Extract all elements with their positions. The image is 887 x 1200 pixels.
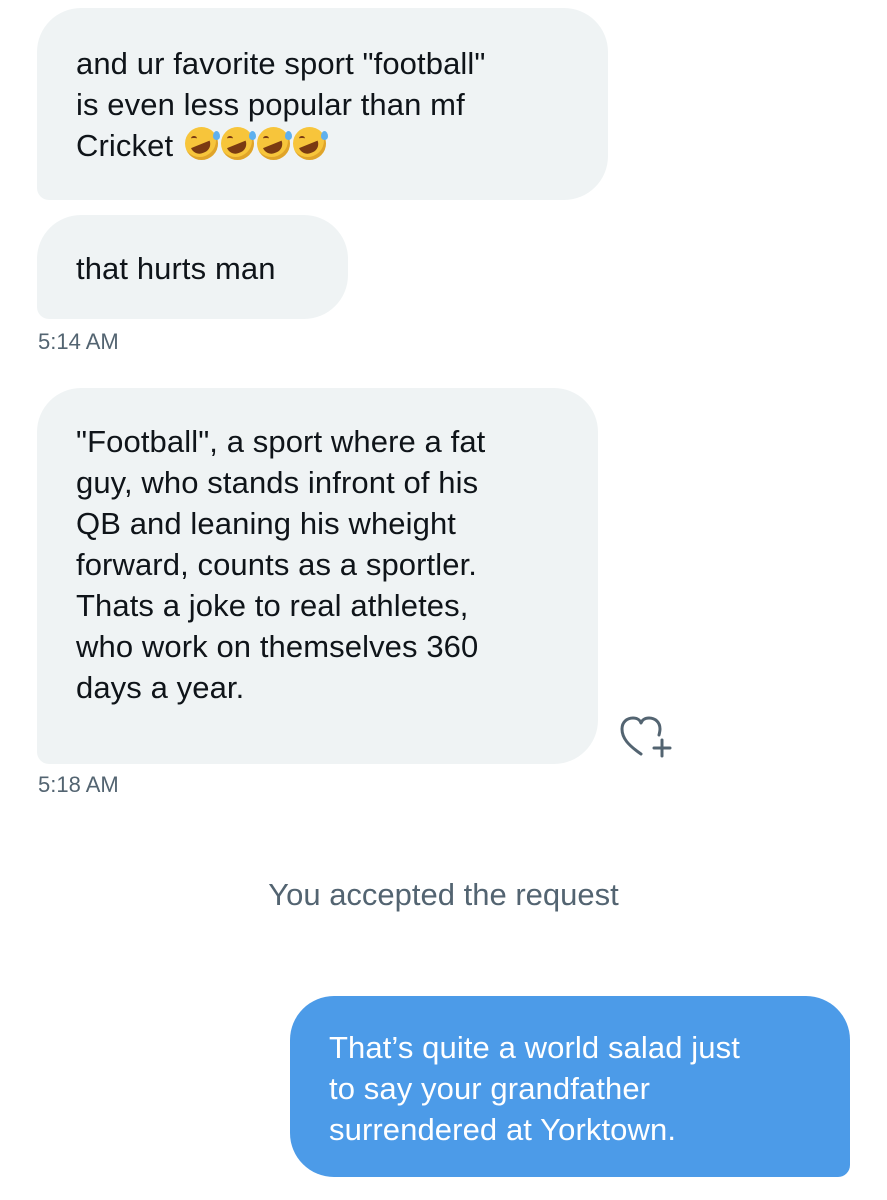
message-text: Cricket	[76, 128, 174, 163]
message-bubble-outgoing[interactable]: That’s quite a world salad just to say y…	[290, 996, 850, 1177]
laughing-emoji-icon	[292, 127, 328, 160]
system-notice: You accepted the request	[268, 877, 619, 912]
message-text-line: days a year.	[76, 670, 245, 705]
message-text-line: guy, who stands infront of his	[76, 465, 479, 500]
message-text-line: That’s quite a world salad just	[329, 1030, 740, 1065]
message-bubble-incoming[interactable]: and ur favorite sport "football" is even…	[37, 8, 608, 200]
message-text-line: and ur favorite sport "football"	[76, 46, 486, 81]
heart-plus-icon[interactable]	[618, 714, 678, 760]
message-timestamp: 5:14 AM	[38, 329, 119, 354]
message-text-line: "Football", a sport where a fat	[76, 424, 486, 459]
message-text-line: is even less popular than mf	[76, 87, 465, 122]
message-text-line: that hurts man	[76, 251, 276, 286]
message-text-line: Cricket	[76, 125, 608, 166]
laughing-emoji-icon	[256, 127, 292, 160]
message-bubble-incoming[interactable]: "Football", a sport where a fat guy, who…	[37, 388, 598, 764]
message-bubble-incoming[interactable]: that hurts man	[37, 215, 348, 319]
laughing-emoji-icon	[184, 127, 220, 160]
message-text-line: Thats a joke to real athletes,	[76, 588, 469, 623]
message-text-line: to say your grandfather	[329, 1071, 651, 1106]
message-timestamp: 5:18 AM	[38, 772, 119, 797]
message-text-line: QB and leaning his wheight	[76, 506, 457, 541]
message-text-line: surrendered at Yorktown.	[329, 1112, 677, 1147]
laughing-emoji-icon	[220, 127, 256, 160]
message-text-line: forward, counts as a sportler.	[76, 547, 478, 582]
message-text-line: who work on themselves 360	[76, 629, 479, 664]
